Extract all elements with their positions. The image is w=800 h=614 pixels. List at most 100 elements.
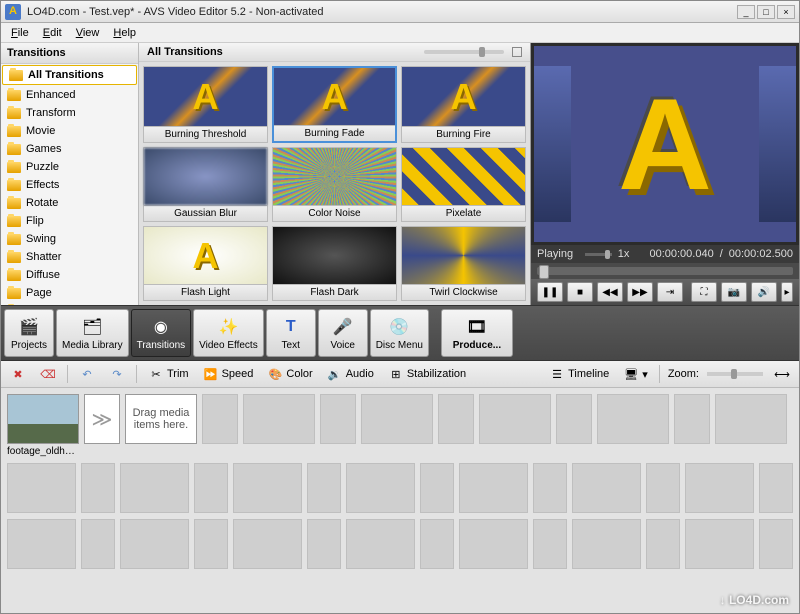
clip-placeholder[interactable] (7, 463, 76, 513)
clip-placeholder[interactable] (346, 463, 415, 513)
sidebar-item[interactable]: Movie (1, 122, 138, 140)
menu-help[interactable]: Help (107, 25, 142, 41)
clip-placeholder[interactable] (685, 463, 754, 513)
undo-button[interactable]: ↶ (76, 364, 98, 384)
transition-item[interactable]: ABurning Fade (272, 66, 397, 143)
transition-placeholder[interactable] (307, 463, 341, 513)
clip-placeholder[interactable] (459, 463, 528, 513)
clip-placeholder[interactable] (572, 519, 641, 569)
transition-placeholder[interactable] (194, 463, 228, 513)
transition-item[interactable]: ABurning Threshold (143, 66, 268, 143)
clip-placeholder[interactable] (597, 394, 669, 444)
transition-placeholder[interactable] (646, 519, 680, 569)
transition-placeholder[interactable] (556, 394, 592, 444)
sidebar-item[interactable]: All Transitions (2, 65, 137, 85)
sidebar-item[interactable]: Flip (1, 212, 138, 230)
color-button[interactable]: 🎨Color (264, 364, 315, 384)
clip-placeholder[interactable] (572, 463, 641, 513)
delete-all-button[interactable]: ⌫ (37, 364, 59, 384)
speed-slider[interactable] (585, 253, 612, 256)
menu-edit[interactable]: Edit (37, 25, 68, 41)
drop-hint[interactable]: Drag media items here. (125, 394, 197, 444)
produce-button[interactable]: 🎞Produce... (441, 309, 513, 357)
transition-placeholder[interactable] (81, 519, 115, 569)
trim-button[interactable]: ✂Trim (145, 364, 192, 384)
transition-item[interactable]: Pixelate (401, 147, 526, 222)
audio-button[interactable]: 🔉Audio (324, 364, 377, 384)
pause-button[interactable]: ❚❚ (537, 282, 563, 302)
snapshot-button[interactable]: 📷 (721, 282, 747, 302)
transition-placeholder[interactable] (420, 519, 454, 569)
fullscreen-button[interactable]: ⛶ (691, 282, 717, 302)
seek-bar[interactable] (537, 267, 793, 275)
transition-item[interactable]: Color Noise (272, 147, 397, 222)
transition-item[interactable]: Twirl Clockwise (401, 226, 526, 301)
clip-item[interactable]: footage_oldharr... (7, 394, 79, 457)
clip-placeholder[interactable] (243, 394, 315, 444)
thumb-size-small-icon[interactable] (512, 47, 522, 57)
screen-button[interactable]: 🖥▾ (620, 364, 651, 384)
redo-button[interactable]: ↷ (106, 364, 128, 384)
sidebar-item[interactable]: Puzzle (1, 158, 138, 176)
transition-placeholder[interactable] (759, 519, 793, 569)
stabilization-button[interactable]: ⊞Stabilization (385, 364, 469, 384)
clip-placeholder[interactable] (346, 519, 415, 569)
sidebar-item[interactable]: Rotate (1, 194, 138, 212)
clip-placeholder[interactable] (715, 394, 787, 444)
video-effects-button[interactable]: ✨Video Effects (193, 309, 264, 357)
delete-button[interactable]: ✖ (7, 364, 29, 384)
sidebar-item[interactable]: Swing (1, 230, 138, 248)
transition-placeholder[interactable] (81, 463, 115, 513)
clip-placeholder[interactable] (479, 394, 551, 444)
transition-slot[interactable]: ≫ (84, 394, 120, 444)
thumb-size-slider[interactable] (424, 50, 504, 54)
clip-placeholder[interactable] (361, 394, 433, 444)
media-library-button[interactable]: 🗂Media Library (56, 309, 129, 357)
speed-button[interactable]: ⏩Speed (200, 364, 257, 384)
zoom-slider[interactable] (707, 372, 763, 376)
maximize-button[interactable]: □ (757, 5, 775, 19)
transition-placeholder[interactable] (646, 463, 680, 513)
stop-button[interactable]: ■ (567, 282, 593, 302)
projects-button[interactable]: 🎬Projects (4, 309, 54, 357)
play-range-button[interactable]: ⇥ (657, 282, 683, 302)
fit-button[interactable]: ⟷ (771, 364, 793, 384)
clip-placeholder[interactable] (233, 519, 302, 569)
sidebar-item[interactable]: Games (1, 140, 138, 158)
transition-placeholder[interactable] (307, 519, 341, 569)
clip-placeholder[interactable] (7, 519, 76, 569)
transition-item[interactable]: AFlash Light (143, 226, 268, 301)
sidebar-item[interactable]: Enhanced (1, 86, 138, 104)
menu-view[interactable]: View (70, 25, 106, 41)
transition-placeholder[interactable] (420, 463, 454, 513)
transition-placeholder[interactable] (759, 463, 793, 513)
clip-placeholder[interactable] (459, 519, 528, 569)
clip-placeholder[interactable] (685, 519, 754, 569)
minimize-button[interactable]: _ (737, 5, 755, 19)
transition-placeholder[interactable] (194, 519, 228, 569)
sidebar-item[interactable]: Transform (1, 104, 138, 122)
close-button[interactable]: × (777, 5, 795, 19)
transition-placeholder[interactable] (202, 394, 238, 444)
volume-button[interactable]: 🔊 (751, 282, 777, 302)
transition-item[interactable]: Gaussian Blur (143, 147, 268, 222)
sidebar-item[interactable]: Shatter (1, 248, 138, 266)
menu-file[interactable]: File (5, 25, 35, 41)
clip-placeholder[interactable] (120, 463, 189, 513)
clip-placeholder[interactable] (120, 519, 189, 569)
transition-item[interactable]: ABurning Fire (401, 66, 526, 143)
disc-menu-button[interactable]: 💿Disc Menu (370, 309, 429, 357)
transition-placeholder[interactable] (533, 519, 567, 569)
next-frame-button[interactable]: ▶▶ (627, 282, 653, 302)
timeline-view-button[interactable]: ☰Timeline (546, 364, 612, 384)
transition-placeholder[interactable] (320, 394, 356, 444)
sidebar-item[interactable]: Page (1, 284, 138, 302)
clip-placeholder[interactable] (233, 463, 302, 513)
transition-placeholder[interactable] (438, 394, 474, 444)
text-button[interactable]: TText (266, 309, 316, 357)
transition-placeholder[interactable] (674, 394, 710, 444)
prev-frame-button[interactable]: ◀◀ (597, 282, 623, 302)
transition-placeholder[interactable] (533, 463, 567, 513)
transition-item[interactable]: Flash Dark (272, 226, 397, 301)
volume-more-button[interactable]: ▸ (781, 282, 793, 302)
